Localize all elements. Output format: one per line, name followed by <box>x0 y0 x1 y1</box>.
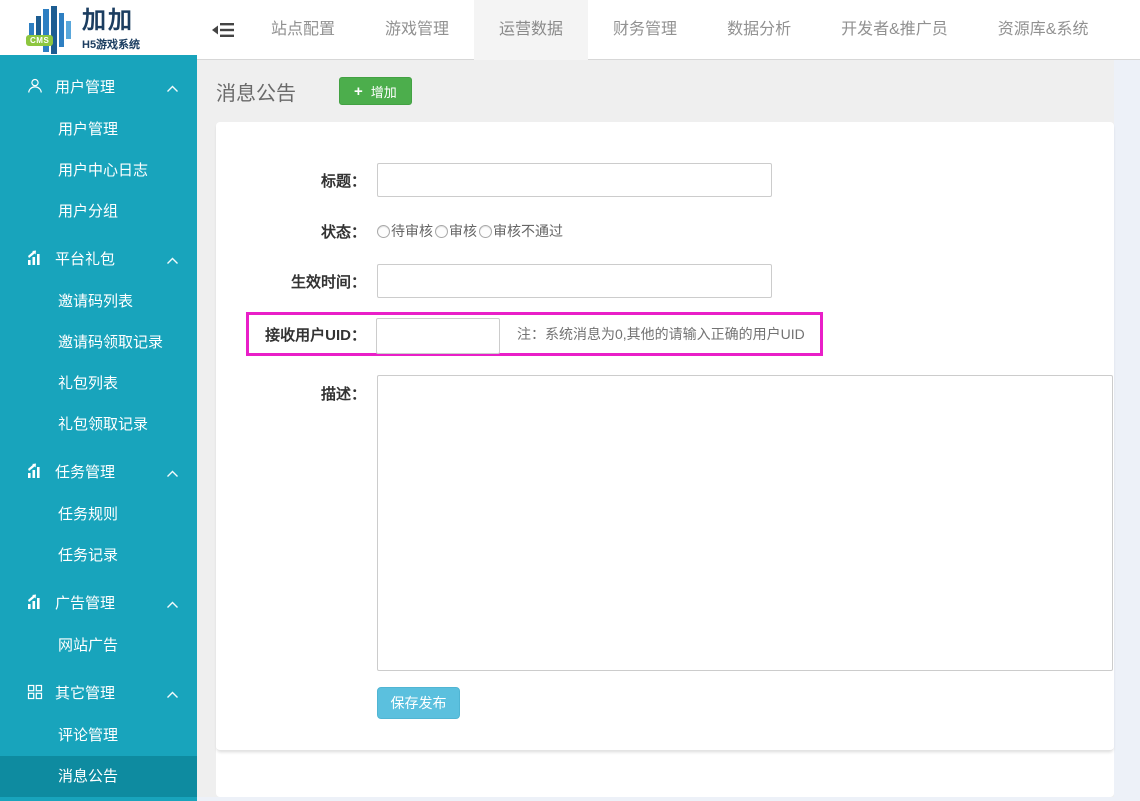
sidebar-item-user-management[interactable]: 用户管理 <box>0 109 197 150</box>
logo-title: 加加 <box>82 7 134 34</box>
form-card: 标题： 状态： 待审核 审核 审核不通过 生效时间： 接收用户UID： 注：系统… <box>216 122 1114 751</box>
tab-data-analysis[interactable]: 数据分析 <box>702 0 816 60</box>
main-content: 消息公告 + 增加 标题： 状态： 待审核 审核 审核不通过 生效时间： 接收用… <box>197 56 1140 801</box>
sidebar-item-gift-records[interactable]: 礼包领取记录 <box>0 404 197 445</box>
menu-fold-icon[interactable] <box>212 21 236 39</box>
app-logo: CMS 加加 H5游戏系统 <box>26 6 198 54</box>
tab-resource-system[interactable]: 资源库&系统 <box>973 0 1114 60</box>
plus-icon: + <box>354 82 363 100</box>
tab-developer-promoter[interactable]: 开发者&推广员 <box>816 0 973 60</box>
top-header: CMS 加加 H5游戏系统 站点配置 游戏管理 运营数据 财务管理 数据分析 开… <box>0 0 1140 60</box>
logo-subtitle: H5游戏系统 <box>82 39 141 51</box>
sidebar-group-task-management[interactable]: 任务管理 <box>0 448 197 494</box>
description-textarea[interactable] <box>377 375 1113 671</box>
chart-icon <box>27 250 43 266</box>
status-option-label: 审核不通过 <box>493 223 563 239</box>
status-field-label: 状态： <box>320 223 366 241</box>
status-radio-approved[interactable] <box>435 224 448 238</box>
sidebar-group-other-management[interactable]: 其它管理 <box>0 669 197 715</box>
status-radio-group: 待审核 审核 审核不通过 <box>377 221 565 241</box>
sidebar-group-label: 平台礼包 <box>55 250 116 268</box>
page-title: 消息公告 <box>216 82 296 105</box>
status-radio-rejected[interactable] <box>479 224 492 238</box>
sidebar-group-user-management[interactable]: 用户管理 <box>0 63 197 109</box>
chevron-up-icon <box>166 81 179 92</box>
top-nav: 站点配置 游戏管理 运营数据 财务管理 数据分析 开发者&推广员 资源库&系统 <box>246 0 1113 60</box>
status-radio-pending[interactable] <box>377 224 390 238</box>
sidebar: 用户管理 用户管理 用户中心日志 用户分组 平台礼包 邀请码列表 邀请码领取记录… <box>0 55 197 801</box>
tab-game-management[interactable]: 游戏管理 <box>360 0 474 60</box>
grid-icon <box>27 684 43 700</box>
chevron-up-icon <box>166 253 179 264</box>
bottom-background-strip <box>197 797 1140 801</box>
status-option-label: 审核 <box>449 223 477 239</box>
chevron-up-icon <box>166 687 179 698</box>
sidebar-item-user-groups[interactable]: 用户分组 <box>0 191 197 232</box>
title-field-label: 标题： <box>320 172 366 190</box>
description-field-label: 描述： <box>320 386 366 403</box>
sidebar-item-user-center-log[interactable]: 用户中心日志 <box>0 150 197 191</box>
logo-cms-badge: CMS <box>26 35 54 46</box>
sidebar-group-ad-management[interactable]: 广告管理 <box>0 579 197 625</box>
sidebar-item-message-announcement[interactable]: 消息公告 <box>0 756 197 797</box>
uid-highlight-box: 接收用户UID： 注：系统消息为0,其他的请输入正确的用户UID <box>246 312 823 356</box>
chevron-up-icon <box>166 466 179 477</box>
tab-operations-data[interactable]: 运营数据 <box>474 0 589 60</box>
sidebar-group-label: 任务管理 <box>55 463 116 481</box>
chart-icon <box>27 594 43 610</box>
save-publish-button[interactable]: 保存发布 <box>377 687 460 719</box>
sidebar-item-comment-management[interactable]: 评论管理 <box>0 715 197 756</box>
sidebar-group-label: 用户管理 <box>55 78 116 96</box>
sidebar-item-task-records[interactable]: 任务记录 <box>0 535 197 576</box>
status-option-label: 待审核 <box>391 223 433 239</box>
tab-finance-management[interactable]: 财务管理 <box>588 0 702 60</box>
uid-note-text: 注：系统消息为0,其他的请输入正确的用户UID <box>517 326 805 342</box>
uid-field-label: 接收用户UID： <box>265 326 366 344</box>
sidebar-item-invite-code-records[interactable]: 邀请码领取记录 <box>0 322 197 363</box>
sidebar-item-website-ads[interactable]: 网站广告 <box>0 625 197 666</box>
tab-site-config[interactable]: 站点配置 <box>246 0 360 60</box>
sidebar-group-label: 其它管理 <box>55 684 116 702</box>
logo-icon: CMS <box>26 6 74 54</box>
user-icon <box>27 78 43 94</box>
chart-icon <box>27 463 43 479</box>
form-panel: 标题： 状态： 待审核 审核 审核不通过 生效时间： 接收用户UID： 注：系统… <box>216 122 1114 797</box>
sidebar-group-platform-gifts[interactable]: 平台礼包 <box>0 235 197 281</box>
chevron-up-icon <box>166 597 179 608</box>
uid-input[interactable] <box>376 318 500 354</box>
right-background-column <box>1114 56 1140 801</box>
sidebar-item-invite-code-list[interactable]: 邀请码列表 <box>0 281 197 322</box>
add-button[interactable]: + 增加 <box>339 77 412 105</box>
sidebar-item-gift-list[interactable]: 礼包列表 <box>0 363 197 404</box>
effective-time-field-label: 生效时间： <box>290 273 366 291</box>
title-input[interactable] <box>377 163 772 197</box>
sidebar-group-label: 广告管理 <box>55 594 116 612</box>
add-button-label: 增加 <box>370 84 397 100</box>
sidebar-item-task-rules[interactable]: 任务规则 <box>0 494 197 535</box>
effective-time-input[interactable] <box>377 264 772 298</box>
